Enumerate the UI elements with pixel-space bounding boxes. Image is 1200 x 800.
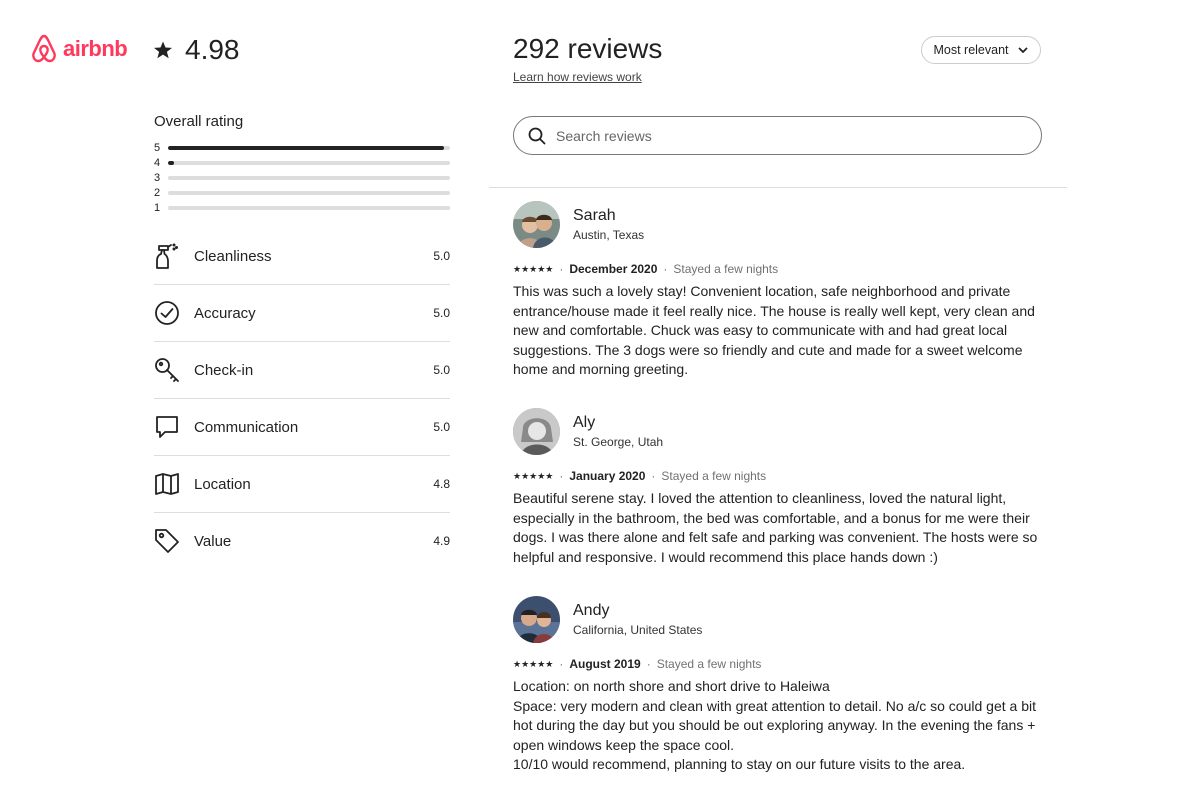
stay-duration: Stayed a few nights <box>661 469 767 483</box>
category-name: Accuracy <box>194 304 256 322</box>
rating-row-label: 5 <box>154 141 161 154</box>
chat-bubble-icon <box>154 414 194 440</box>
rating-bar-fill <box>168 145 445 150</box>
avatar[interactable] <box>513 201 560 248</box>
overall-score-value: 4.98 <box>185 34 240 65</box>
rating-row-1: 1 <box>154 200 450 215</box>
category-location: Location 4.8 <box>154 456 450 513</box>
rating-row-label: 2 <box>154 186 161 199</box>
review-header: Andy California, United States <box>513 596 1053 643</box>
rating-row-label: 1 <box>154 201 161 214</box>
stay-duration: Stayed a few nights <box>656 657 762 671</box>
category-name: Communication <box>194 418 299 436</box>
category-value-rating: Value 4.9 <box>154 513 450 569</box>
review-meta: ★★★★★ · August 2019 · Stayed a few night… <box>513 657 1053 671</box>
rating-row-5: 5 <box>154 140 450 155</box>
avatar[interactable] <box>513 596 560 643</box>
rating-bar-track <box>168 145 450 150</box>
search-reviews-box[interactable] <box>513 116 1042 155</box>
category-value: 5.0 <box>433 420 450 434</box>
check-circle-icon <box>154 300 194 326</box>
review-stars: ★★★★★ <box>513 263 554 274</box>
meta-separator: · <box>559 657 564 671</box>
airbnb-wordmark: airbnb <box>63 36 128 61</box>
category-communication: Communication 5.0 <box>154 399 450 456</box>
rating-bar-track <box>168 190 450 195</box>
meta-separator: · <box>663 262 668 276</box>
review-header: Sarah Austin, Texas <box>513 201 1053 248</box>
review-item: Sarah Austin, Texas ★★★★★ · December 202… <box>513 201 1053 380</box>
reviewer-name: Andy <box>573 602 610 619</box>
review-text: Location: on north shore and short drive… <box>513 678 1036 773</box>
reviews-count-title: 292 reviews <box>513 33 663 64</box>
avatar[interactable] <box>513 408 560 455</box>
meta-separator: · <box>559 469 564 483</box>
category-accuracy: Accuracy 5.0 <box>154 285 450 342</box>
stay-duration: Stayed a few nights <box>673 262 779 276</box>
category-name: Check-in <box>194 361 254 379</box>
map-icon <box>154 471 194 497</box>
category-cleanliness: Cleanliness 5.0 <box>154 228 450 285</box>
category-name: Cleanliness <box>194 247 272 265</box>
rating-row-label: 4 <box>154 156 161 169</box>
review-meta: ★★★★★ · December 2020 · Stayed a few nig… <box>513 262 1053 276</box>
rating-bar-fill <box>168 160 174 165</box>
rating-bar-track <box>168 205 450 210</box>
review-date: January 2020 <box>569 469 646 483</box>
reviewer-name: Aly <box>573 414 596 431</box>
rating-row-4: 4 <box>154 155 450 170</box>
review-date: August 2019 <box>569 657 641 671</box>
category-ratings: Cleanliness 5.0 Accuracy 5.0 Check-in 5.… <box>154 228 450 569</box>
spray-bottle-icon <box>154 242 194 270</box>
airbnb-logo-icon <box>32 34 56 63</box>
chevron-down-icon <box>1018 47 1027 53</box>
review-item: Andy California, United States ★★★★★ · A… <box>513 596 1053 775</box>
meta-separator: · <box>651 469 656 483</box>
review-meta: ★★★★★ · January 2020 · Stayed a few nigh… <box>513 469 1053 483</box>
sort-label: Most relevant <box>933 43 1009 57</box>
key-icon <box>154 357 194 383</box>
category-check-in: Check-in 5.0 <box>154 342 450 399</box>
meta-separator: · <box>559 262 564 276</box>
review-text: This was such a lovely stay! Convenient … <box>513 283 1035 378</box>
sort-dropdown[interactable]: Most relevant <box>921 36 1041 64</box>
rating-distribution: 5 4 3 2 1 <box>154 140 450 215</box>
overall-rating-title: Overall rating <box>154 113 244 130</box>
category-value: 4.8 <box>433 477 450 491</box>
meta-separator: · <box>646 657 651 671</box>
airbnb-logo[interactable]: airbnb <box>31 34 128 64</box>
rating-row-2: 2 <box>154 185 450 200</box>
category-value: 5.0 <box>433 306 450 320</box>
search-input[interactable] <box>554 126 998 145</box>
review-date: December 2020 <box>569 262 658 276</box>
category-value: 5.0 <box>433 363 450 377</box>
review-header: Aly St. George, Utah <box>513 408 1053 455</box>
rating-row-label: 3 <box>154 171 161 184</box>
category-value: 5.0 <box>433 249 450 263</box>
rating-bar-track <box>168 175 450 180</box>
category-name: Value <box>194 532 232 550</box>
review-stars: ★★★★★ <box>513 470 554 481</box>
reviewer-location: St. George, Utah <box>573 435 664 449</box>
overall-score: 4.98 <box>153 34 240 66</box>
review-item: Aly St. George, Utah ★★★★★ · January 202… <box>513 408 1053 567</box>
reviewer-location: California, United States <box>573 623 703 637</box>
reviewer-location: Austin, Texas <box>573 228 645 242</box>
reviewer-name: Sarah <box>573 207 616 224</box>
category-value: 4.9 <box>433 534 450 548</box>
review-stars: ★★★★★ <box>513 658 554 669</box>
search-icon <box>528 127 546 144</box>
review-text: Beautiful serene stay. I loved the atten… <box>513 490 1038 565</box>
tag-icon <box>154 528 194 554</box>
rating-bar-track <box>168 160 450 165</box>
learn-reviews-link[interactable]: Learn how reviews work <box>513 70 642 84</box>
category-name: Location <box>194 475 251 493</box>
section-divider <box>489 187 1067 188</box>
rating-row-3: 3 <box>154 170 450 185</box>
star-icon <box>154 41 172 59</box>
